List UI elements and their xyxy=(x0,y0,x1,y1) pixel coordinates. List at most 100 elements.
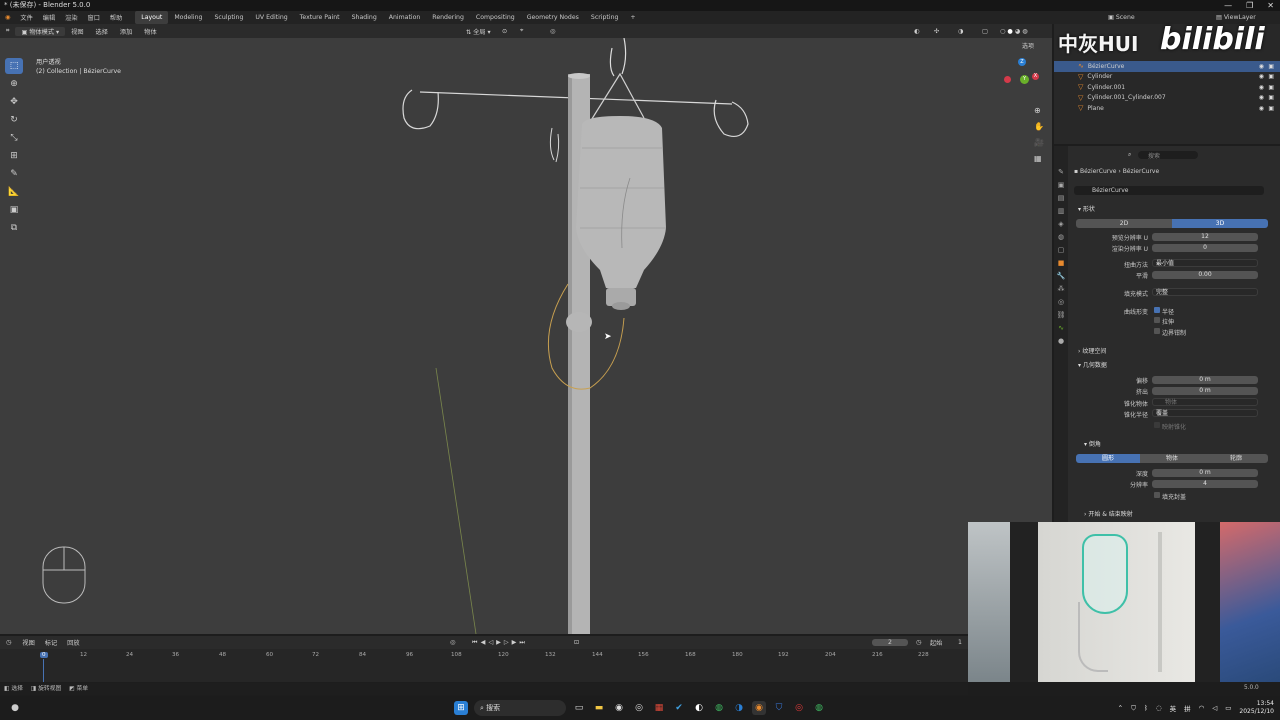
battery-icon[interactable]: ▭ xyxy=(1225,704,1231,712)
rotate-tool-icon[interactable]: ↻ xyxy=(5,112,23,128)
tray-shield-icon[interactable]: ⛉ xyxy=(1131,704,1136,713)
section-bevel[interactable]: ▾ 倒角 xyxy=(1084,439,1101,448)
fill-mode-dropdown[interactable]: 完整 xyxy=(1152,288,1258,296)
particles-tab-icon[interactable]: ⁂ xyxy=(1054,283,1068,296)
tab-uv-editing[interactable]: UV Editing xyxy=(249,11,293,24)
minimize-button[interactable]: — xyxy=(1224,0,1232,11)
language-indicator[interactable]: 英 xyxy=(1170,703,1177,713)
transform-orientation[interactable]: ⇅ 全局 ▾ xyxy=(466,27,491,36)
taskbar-search[interactable]: ⌕ 搜索 xyxy=(474,700,566,716)
timeline-menu-playback[interactable]: 回放 xyxy=(62,638,84,647)
preview-res-field[interactable]: 12 xyxy=(1152,233,1258,241)
map-taper-checkbox[interactable] xyxy=(1154,422,1160,428)
gizmo-y-axis[interactable]: Y xyxy=(1020,75,1029,84)
office-icon[interactable]: ▦ xyxy=(652,701,666,715)
render-camera-icon[interactable]: ▣ xyxy=(1268,94,1274,101)
radius-checkbox[interactable] xyxy=(1154,307,1160,313)
widgets-icon[interactable]: ● xyxy=(8,701,22,715)
options-button[interactable]: 选项 xyxy=(1022,41,1034,50)
3d-viewport[interactable]: ➤ xyxy=(0,38,1052,634)
outliner-item-beziercurve[interactable]: ∿ BézierCurve ◉ ▣ xyxy=(1054,61,1280,72)
datablock-selector[interactable]: BézierCurve xyxy=(1074,186,1264,195)
world-tab-icon[interactable]: ◍ xyxy=(1054,231,1068,244)
start-frame-value[interactable]: 1 xyxy=(958,639,962,646)
outliner-item-cylinder[interactable]: ▽ Cylinder ◉ ▣ xyxy=(1054,72,1280,83)
menu-file[interactable]: 文件 xyxy=(15,13,37,22)
stretch-checkbox[interactable] xyxy=(1154,317,1160,323)
properties-search-input[interactable]: 搜索 xyxy=(1138,151,1198,160)
file-explorer-icon[interactable]: ▬ xyxy=(592,701,606,715)
outliner-item-cylinder-001[interactable]: ▽ Cylinder.001 ◉ ▣ xyxy=(1054,82,1280,93)
tab-sculpting[interactable]: Sculpting xyxy=(208,11,249,24)
current-frame-field[interactable]: 2 xyxy=(872,639,908,646)
tab-shading[interactable]: Shading xyxy=(346,11,383,24)
task-view-icon[interactable]: ▭ xyxy=(572,701,586,715)
todo-icon[interactable]: ✔ xyxy=(672,701,686,715)
measure-tool-icon[interactable]: 📐 xyxy=(5,184,23,200)
dimension-3d-button[interactable]: 3D xyxy=(1172,219,1268,228)
visibility-eye-icon[interactable]: ◉ xyxy=(1259,84,1264,91)
tab-scripting[interactable]: Scripting xyxy=(585,11,625,24)
material-tab-icon[interactable]: ● xyxy=(1054,335,1068,348)
render-camera-icon[interactable]: ▣ xyxy=(1268,105,1274,112)
render-camera-icon[interactable]: ▣ xyxy=(1268,73,1274,80)
rendered-shading-icon[interactable]: ◍ xyxy=(1022,28,1027,35)
constraints-tab-icon[interactable]: ⛓ xyxy=(1054,309,1068,322)
gizmo-x-label[interactable]: X xyxy=(1032,73,1039,80)
bevel-round-button[interactable]: 圆形 xyxy=(1076,454,1140,463)
visibility-eye-icon[interactable]: ◉ xyxy=(1259,73,1264,80)
menu-add[interactable]: 添加 xyxy=(114,27,138,36)
chrome-alt-icon[interactable]: ◍ xyxy=(812,701,826,715)
annotate-tool-icon[interactable]: ✎ xyxy=(5,166,23,182)
select-tool-icon[interactable]: ⬚ xyxy=(5,58,23,74)
view-layer-tab-icon[interactable]: ▥ xyxy=(1054,205,1068,218)
mode-selector[interactable]: ▣ 物体模式 ▾ xyxy=(15,26,66,36)
clock[interactable]: 13:54 2025/12/10 xyxy=(1239,700,1274,716)
dimension-2d-button[interactable]: 2D xyxy=(1076,219,1172,228)
tray-wechat-icon[interactable]: ◌ xyxy=(1156,704,1162,712)
timeline-area[interactable]: 0 12 24 36 48 60 72 84 96 108 120 132 14… xyxy=(0,649,968,682)
tab-modeling[interactable]: Modeling xyxy=(168,11,208,24)
section-shape[interactable]: ▾ 形状 xyxy=(1078,204,1095,213)
render-tab-icon[interactable]: ▣ xyxy=(1054,179,1068,192)
tool-tab-icon[interactable]: ✎ xyxy=(1054,166,1068,179)
keying-icon[interactable]: ⊡ xyxy=(574,639,579,646)
scene-selector[interactable]: ▣ Scene xyxy=(1108,14,1135,21)
windows-start-icon[interactable]: ⊞ xyxy=(454,701,468,715)
navigation-gizmo[interactable]: Z Y X ⊕ ✋ 🎥 ▦ xyxy=(1000,56,1044,176)
smooth-field[interactable]: 0.00 xyxy=(1152,271,1258,279)
visibility-eye-icon[interactable]: ◉ xyxy=(1259,63,1264,70)
blender-taskbar-icon[interactable]: ◉ xyxy=(752,701,766,715)
object-tab-icon[interactable]: ■ xyxy=(1054,257,1068,270)
overlay-icon[interactable]: ◑ xyxy=(958,28,963,35)
output-tab-icon[interactable]: ▤ xyxy=(1054,192,1068,205)
bevel-profile-button[interactable]: 轮廓 xyxy=(1204,454,1268,463)
cursor-tool-icon[interactable]: ⊕ xyxy=(5,76,23,92)
menu-help[interactable]: 帮助 xyxy=(105,13,127,22)
tab-rendering[interactable]: Rendering xyxy=(426,11,470,24)
blender-logo-icon[interactable]: ◉ xyxy=(0,14,15,21)
outliner-item-plane[interactable]: ▽ Plane ◉ ▣ xyxy=(1054,103,1280,114)
section-start-end[interactable]: › 开始 & 结束映射 xyxy=(1084,509,1133,518)
camera-view-icon[interactable]: 🎥 xyxy=(1034,138,1044,147)
menu-window[interactable]: 窗口 xyxy=(83,13,105,22)
tab-animation[interactable]: Animation xyxy=(383,11,427,24)
wifi-icon[interactable]: ◠ xyxy=(1199,704,1205,712)
shield-icon[interactable]: ⛉ xyxy=(772,701,786,715)
edge-icon[interactable]: ◑ xyxy=(732,701,746,715)
shading-modes[interactable]: ○ ● ◕ ◍ xyxy=(1000,28,1028,35)
maximize-button[interactable]: ❐ xyxy=(1246,0,1253,11)
playhead[interactable] xyxy=(43,659,44,682)
editor-type-icon[interactable]: ⌗ xyxy=(0,27,15,35)
render-res-field[interactable]: 0 xyxy=(1152,244,1258,252)
record-icon[interactable]: ◎ xyxy=(450,639,455,646)
gizmo-toggle-icon[interactable]: ✣ xyxy=(934,28,939,35)
proportional-icon[interactable]: ◎ xyxy=(550,28,555,35)
menu-select[interactable]: 选择 xyxy=(90,27,114,36)
tray-bluetooth-icon[interactable]: ᛒ xyxy=(1144,704,1148,712)
bounds-clamp-checkbox[interactable] xyxy=(1154,328,1160,334)
solid-shading-icon[interactable]: ● xyxy=(1007,28,1012,35)
menu-render[interactable]: 渲染 xyxy=(60,13,82,22)
playback-controls[interactable]: ⏮◀◁▶▷▶⏭ xyxy=(472,639,528,647)
scale-tool-icon[interactable]: ⤡ xyxy=(5,130,23,146)
